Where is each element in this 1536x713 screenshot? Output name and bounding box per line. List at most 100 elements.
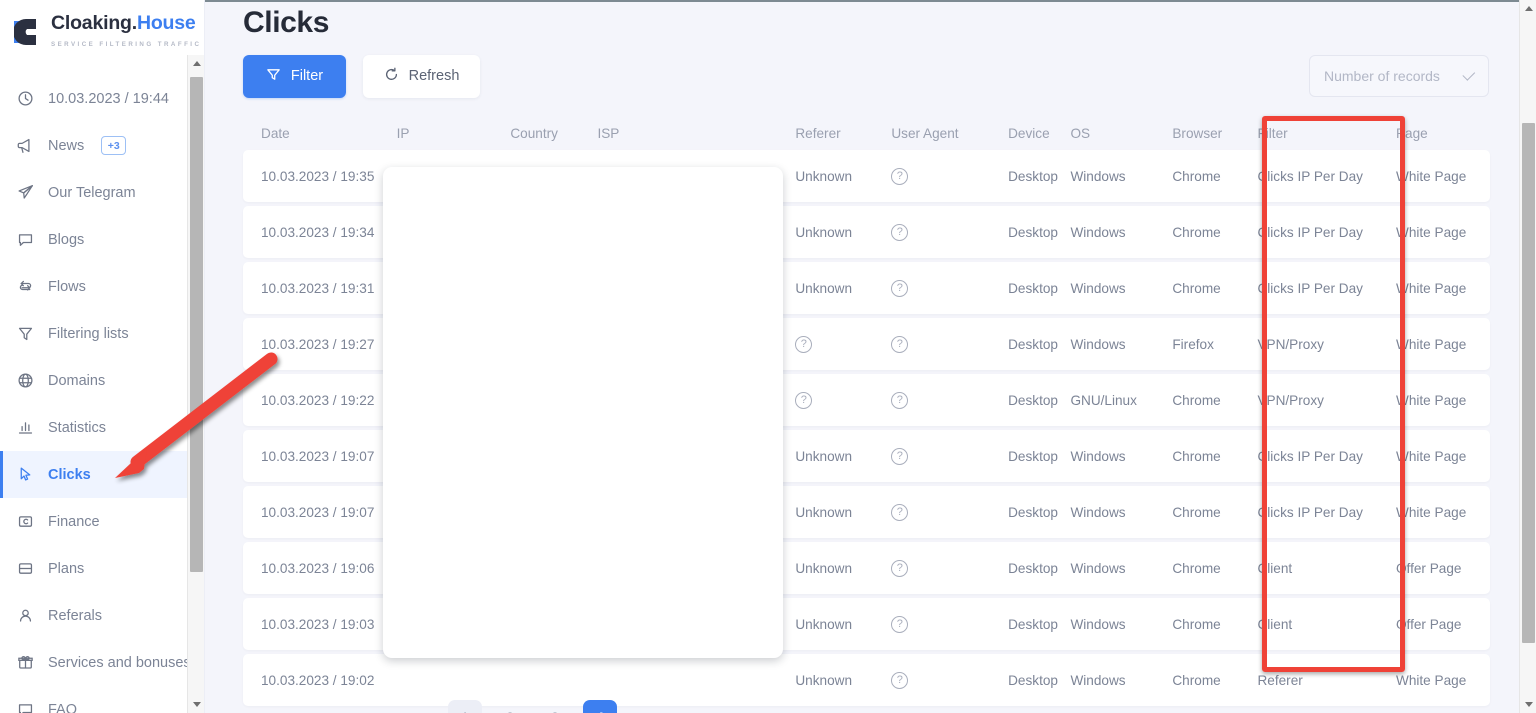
sidebar-item-domains[interactable]: Domains bbox=[0, 357, 204, 404]
cell-os: Windows bbox=[1070, 337, 1172, 352]
cell-user-agent: ? bbox=[891, 503, 1008, 521]
sidebar-item-news[interactable]: News +3 bbox=[0, 122, 204, 169]
unknown-question-icon: ? bbox=[795, 336, 812, 353]
sidebar-item-statistics[interactable]: Statistics bbox=[0, 404, 204, 451]
sidebar-item-referals[interactable]: Referals bbox=[0, 592, 204, 639]
column-header-page[interactable]: Page bbox=[1396, 126, 1490, 141]
table-row[interactable]: 10.03.2023 / 19:02Unknown?DesktopWindows… bbox=[243, 654, 1490, 706]
cell-os: Windows bbox=[1070, 505, 1172, 520]
cell-referer: Unknown bbox=[795, 225, 891, 240]
chevron-down-icon bbox=[1462, 68, 1475, 81]
sidebar-item-label: Blogs bbox=[48, 232, 84, 248]
window-scroll-thumb[interactable] bbox=[1522, 123, 1535, 643]
table-header-row: Date IP Country ISP Referer User Agent D… bbox=[243, 116, 1490, 150]
cell-filter: Clicks IP Per Day bbox=[1257, 449, 1396, 464]
sidebar-item-filtering-lists[interactable]: Filtering lists bbox=[0, 310, 204, 357]
sidebar-item-our-telegram[interactable]: Our Telegram bbox=[0, 169, 204, 216]
column-header-os[interactable]: OS bbox=[1070, 126, 1172, 141]
filter-button-label: Filter bbox=[291, 68, 323, 84]
sidebar-item-datetime[interactable]: 10.03.2023 / 19:44 bbox=[0, 75, 204, 122]
cell-filter: Client bbox=[1257, 561, 1396, 576]
sidebar: Cloaking.House SERVICE FILTERING TRAFFIC… bbox=[0, 0, 205, 713]
pagination-page-3[interactable]: 3 bbox=[538, 700, 572, 713]
filter-button[interactable]: Filter bbox=[243, 55, 346, 98]
unknown-question-icon: ? bbox=[891, 168, 908, 185]
brand-name-dark: Cloaking. bbox=[51, 12, 137, 34]
cell-user-agent: ? bbox=[891, 671, 1008, 689]
column-header-country[interactable]: Country bbox=[510, 126, 597, 141]
pagination-page-2[interactable]: 2 bbox=[493, 700, 527, 713]
cell-referer: ? bbox=[795, 391, 891, 409]
card-icon bbox=[16, 513, 34, 531]
sidebar-scroll-up-icon[interactable] bbox=[188, 55, 205, 72]
sidebar-item-label: 10.03.2023 / 19:44 bbox=[48, 91, 169, 107]
cell-browser: Chrome bbox=[1172, 169, 1257, 184]
column-header-filter[interactable]: Filter bbox=[1257, 126, 1396, 141]
refresh-button-label: Refresh bbox=[409, 68, 460, 84]
globe-icon bbox=[16, 372, 34, 390]
cell-date: 10.03.2023 / 19:35 bbox=[243, 169, 397, 184]
cell-referer: Unknown bbox=[795, 617, 891, 632]
cell-device: Desktop bbox=[1008, 617, 1070, 632]
cell-os: Windows bbox=[1070, 561, 1172, 576]
column-header-user-agent[interactable]: User Agent bbox=[891, 126, 1008, 141]
column-header-browser[interactable]: Browser bbox=[1172, 126, 1257, 141]
column-header-device[interactable]: Device bbox=[1008, 126, 1070, 141]
cell-filter: VPN/Proxy bbox=[1257, 393, 1396, 408]
cell-os: Windows bbox=[1070, 617, 1172, 632]
cell-os: Windows bbox=[1070, 449, 1172, 464]
sidebar-item-finance[interactable]: Finance bbox=[0, 498, 204, 545]
cell-referer: Unknown bbox=[795, 281, 891, 296]
cell-browser: Firefox bbox=[1172, 337, 1257, 352]
sidebar-item-label: Plans bbox=[48, 561, 84, 577]
column-header-isp[interactable]: ISP bbox=[597, 126, 795, 141]
cell-page: Offer Page bbox=[1396, 617, 1490, 632]
sidebar-nav: 10.03.2023 / 19:44 News +3 Our Telegram bbox=[0, 63, 204, 713]
cell-browser: Chrome bbox=[1172, 281, 1257, 296]
cell-user-agent: ? bbox=[891, 615, 1008, 633]
sidebar-item-label: Services and bonuses bbox=[48, 655, 191, 671]
sidebar-item-blogs[interactable]: Blogs bbox=[0, 216, 204, 263]
cell-date: 10.03.2023 / 19:03 bbox=[243, 617, 397, 632]
window-scroll-up-icon[interactable] bbox=[1520, 0, 1536, 17]
sidebar-scrollbar[interactable] bbox=[187, 55, 204, 713]
redaction-overlay-panel bbox=[383, 167, 783, 658]
telegram-send-icon bbox=[16, 184, 34, 202]
unknown-question-icon: ? bbox=[795, 392, 812, 409]
column-header-ip[interactable]: IP bbox=[397, 126, 511, 141]
pagination-page-4[interactable]: 4 bbox=[583, 700, 617, 713]
sidebar-scroll-thumb[interactable] bbox=[190, 77, 203, 572]
layers-icon bbox=[16, 560, 34, 578]
cell-device: Desktop bbox=[1008, 505, 1070, 520]
cursor-icon bbox=[16, 466, 34, 484]
cell-date: 10.03.2023 / 19:22 bbox=[243, 393, 397, 408]
window-scroll-down-icon[interactable] bbox=[1520, 696, 1536, 713]
sidebar-item-flows[interactable]: Flows bbox=[0, 263, 204, 310]
cell-page: White Page bbox=[1396, 505, 1490, 520]
sidebar-item-clicks[interactable]: Clicks bbox=[0, 451, 204, 498]
gift-icon bbox=[16, 654, 34, 672]
refresh-button[interactable]: Refresh bbox=[363, 55, 480, 98]
sidebar-item-plans[interactable]: Plans bbox=[0, 545, 204, 592]
number-of-records-select[interactable]: Number of records bbox=[1309, 55, 1489, 97]
pagination-page-1[interactable]: 1 bbox=[448, 700, 482, 713]
cell-page: White Page bbox=[1396, 281, 1490, 296]
cell-device: Desktop bbox=[1008, 169, 1070, 184]
cell-date: 10.03.2023 / 19:31 bbox=[243, 281, 397, 296]
cell-os: Windows bbox=[1070, 225, 1172, 240]
cell-user-agent: ? bbox=[891, 279, 1008, 297]
cell-referer: Unknown bbox=[795, 169, 891, 184]
unknown-question-icon: ? bbox=[891, 672, 908, 689]
toolbar: Filter Refresh Number of records bbox=[243, 54, 1489, 98]
sidebar-item-services-and-bonuses[interactable]: Services and bonuses bbox=[0, 639, 204, 686]
sidebar-item-label: Flows bbox=[48, 279, 86, 295]
column-header-referer[interactable]: Referer bbox=[795, 126, 891, 141]
page-title: Clicks bbox=[243, 0, 1489, 40]
funnel-icon bbox=[266, 67, 281, 86]
sidebar-scroll-down-icon[interactable] bbox=[188, 696, 205, 713]
cell-device: Desktop bbox=[1008, 225, 1070, 240]
sidebar-item-faq[interactable]: FAQ bbox=[0, 686, 204, 713]
brand-logo[interactable]: Cloaking.House SERVICE FILTERING TRAFFIC bbox=[0, 0, 204, 63]
column-header-date[interactable]: Date bbox=[243, 126, 397, 141]
window-scrollbar[interactable] bbox=[1519, 0, 1536, 713]
